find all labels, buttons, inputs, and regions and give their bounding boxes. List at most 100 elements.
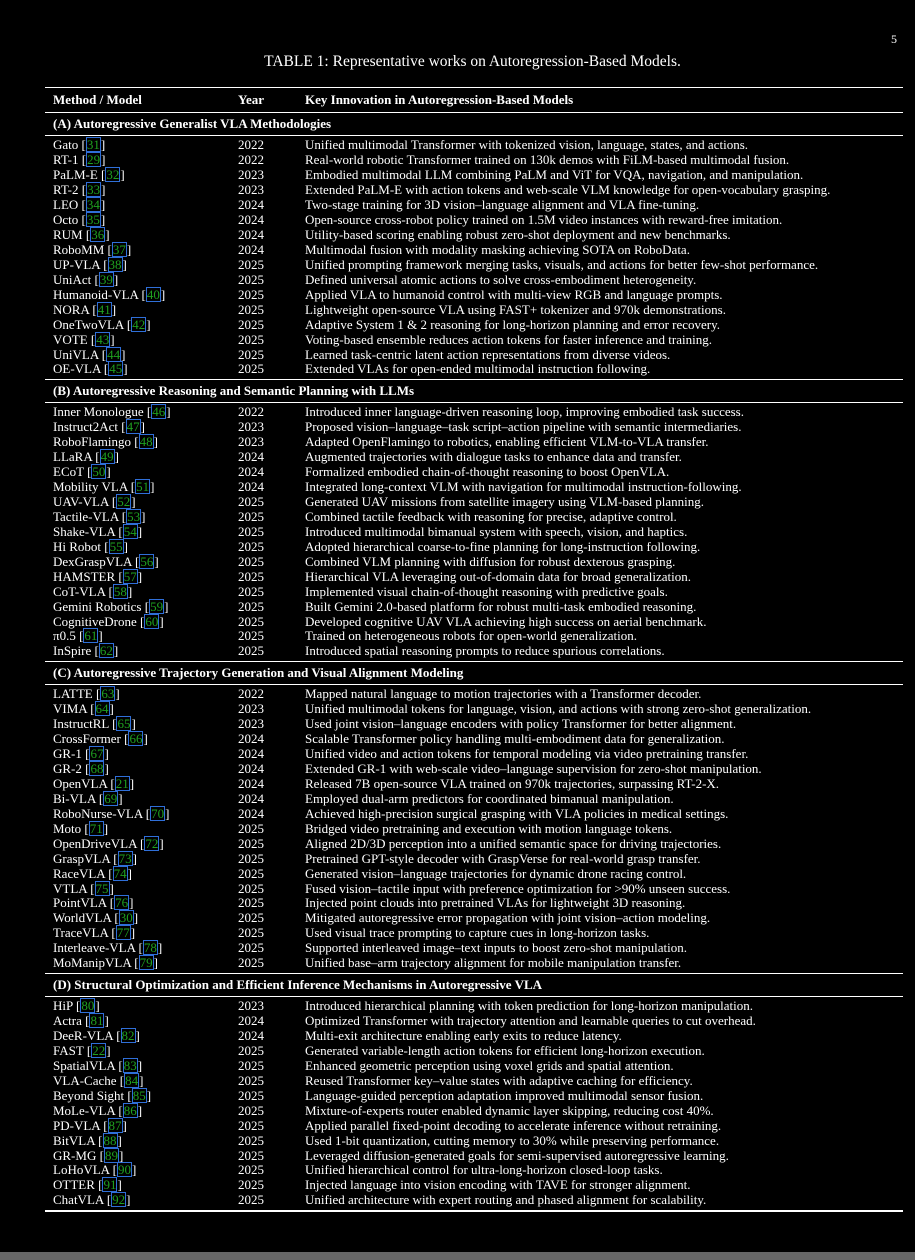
citation-link[interactable]: 48 — [138, 434, 154, 450]
citation-link[interactable]: 22 — [91, 1042, 107, 1058]
citation-link[interactable]: 61 — [83, 628, 99, 644]
innovation-cell: Unified multimodal tokens for language, … — [305, 701, 812, 717]
citation-link[interactable]: 39 — [98, 271, 114, 287]
citation-link[interactable]: 43 — [95, 331, 111, 347]
citation-link[interactable]: 35 — [85, 212, 101, 228]
citation-link[interactable]: 90 — [116, 1162, 132, 1178]
citation-link[interactable]: 42 — [131, 316, 147, 332]
citation-link[interactable]: 49 — [99, 449, 115, 465]
method-name: Interleave-VLA — [53, 940, 136, 956]
innovation-cell: Generated UAV missions from satellite im… — [305, 494, 704, 510]
citation-link[interactable]: 72 — [144, 835, 160, 851]
citation-link[interactable]: 56 — [139, 553, 155, 569]
citation-link[interactable]: 58 — [112, 583, 128, 599]
method-name: OTTER — [53, 1177, 95, 1193]
citation-link[interactable]: 52 — [116, 494, 132, 510]
method-cell: UAV-VLA [52] — [53, 494, 136, 510]
citation-link[interactable]: 57 — [122, 568, 138, 584]
citation-link[interactable]: 68 — [89, 761, 105, 777]
citation-link[interactable]: 53 — [126, 508, 142, 524]
year-cell: 2023 — [238, 167, 264, 183]
table-row: LLaRA [49] 2024 Augmented trajectories wit… — [45, 449, 903, 465]
citation-link[interactable]: 46 — [151, 404, 167, 420]
citation-link[interactable]: 73 — [117, 850, 133, 866]
citation-link[interactable]: 21 — [114, 775, 130, 791]
citation-link[interactable]: 86 — [122, 1102, 138, 1118]
table-row: SpatialVLA [83] 2025 Enhanced geometric pe… — [45, 1057, 903, 1074]
table-row: ECoT [50] 2024 Formalized embodied chain-o… — [45, 464, 903, 480]
citation-link[interactable]: 44 — [106, 346, 122, 362]
year-cell: 2025 — [238, 865, 264, 881]
citation-link[interactable]: 36 — [90, 227, 106, 243]
citation-link[interactable]: 29 — [86, 152, 102, 168]
citation-link[interactable]: 91 — [102, 1177, 118, 1193]
year-cell: 2025 — [238, 508, 264, 524]
citation-link[interactable]: 45 — [108, 361, 124, 377]
method-cell: SpatialVLA [83] — [53, 1057, 143, 1073]
citation-link[interactable]: 80 — [80, 998, 96, 1014]
table-row: Bi-VLA [69] 2024 Employed dual-arm predict… — [45, 790, 903, 807]
citation-link[interactable]: 71 — [88, 820, 104, 836]
innovation-cell: Extended VLAs for open-ended multimodal … — [305, 361, 651, 377]
citation-link[interactable]: 38 — [107, 256, 123, 272]
citation-link[interactable]: 40 — [145, 286, 161, 302]
citation-link[interactable]: 89 — [103, 1147, 119, 1163]
method-name: Actra — [53, 1013, 82, 1029]
method-cell: OE-VLA [45] — [53, 361, 128, 377]
table-row: RUM [36] 2024 Utility-based scoring enabli… — [45, 227, 903, 243]
citation-link[interactable]: 69 — [103, 790, 119, 806]
citation-link[interactable]: 62 — [98, 643, 114, 659]
citation-link[interactable]: 31 — [85, 137, 101, 153]
citation-link[interactable]: 84 — [124, 1072, 140, 1088]
innovation-cell: Bridged video pretraining and execution … — [305, 820, 673, 836]
year-cell: 2025 — [238, 553, 264, 569]
table-row: Humanoid-VLA [40] 2025 Applied VLA to huma… — [45, 286, 903, 303]
citation-link[interactable]: 92 — [111, 1192, 127, 1208]
citation-link[interactable]: 37 — [111, 241, 127, 257]
citation-link[interactable]: 32 — [105, 167, 121, 183]
citation-link[interactable]: 50 — [91, 464, 107, 480]
citation-link[interactable]: 74 — [112, 865, 128, 881]
method-name: CognitiveDrone — [53, 613, 137, 629]
section-title: (C) Autoregressive Trajectory Generation… — [53, 665, 464, 681]
year-cell: 2025 — [238, 568, 264, 584]
citation-link[interactable]: 60 — [144, 613, 160, 629]
citation-link[interactable]: 75 — [94, 880, 110, 896]
innovation-cell: Formalized embodied chain-of-thought rea… — [305, 464, 670, 480]
citation-link[interactable]: 67 — [89, 746, 105, 762]
method-cell: HiP [80] — [53, 998, 100, 1014]
table-row: Moto [71] 2025 Bridged video pretraining a… — [45, 820, 903, 837]
citation-link[interactable]: 85 — [131, 1087, 147, 1103]
citation-link[interactable]: 70 — [150, 805, 166, 821]
citation-link[interactable]: 81 — [89, 1013, 105, 1029]
citation-link[interactable]: 87 — [107, 1117, 123, 1133]
table-row: Tactile-VLA [53] 2025 Combined tactile fee… — [45, 508, 903, 525]
year-cell: 2025 — [238, 1117, 264, 1133]
citation-link[interactable]: 55 — [108, 538, 124, 554]
citation-link[interactable]: 47 — [125, 419, 141, 435]
citation-link[interactable]: 83 — [122, 1057, 138, 1073]
citation-link[interactable]: 63 — [100, 686, 116, 702]
citation-link[interactable]: 88 — [102, 1132, 118, 1148]
citation-link[interactable]: 66 — [128, 731, 144, 747]
citation-link[interactable]: 77 — [115, 925, 131, 941]
method-name: π0.5 — [53, 628, 76, 644]
citation-link[interactable]: 78 — [142, 940, 158, 956]
citation-link[interactable]: 54 — [122, 523, 138, 539]
innovation-cell: Unified architecture with expert routing… — [305, 1192, 707, 1208]
citation-link[interactable]: 51 — [135, 479, 151, 495]
citation-link[interactable]: 82 — [120, 1028, 136, 1044]
innovation-cell: Reused Transformer key–value states with… — [305, 1072, 693, 1088]
citation-link[interactable]: 64 — [94, 701, 110, 717]
innovation-cell: Embodied multimodal LLM combining PaLM a… — [305, 167, 804, 183]
citation-link[interactable]: 34 — [85, 197, 101, 213]
innovation-cell: Lightweight open-source VLA using FAST+ … — [305, 301, 726, 317]
citation-link[interactable]: 76 — [114, 895, 130, 911]
citation-link[interactable]: 65 — [116, 716, 132, 732]
citation-link[interactable]: 41 — [96, 301, 112, 317]
citation-link[interactable]: 33 — [86, 182, 102, 198]
method-name: PD-VLA — [53, 1117, 100, 1133]
citation-link[interactable]: 59 — [149, 598, 165, 614]
citation-link[interactable]: 30 — [118, 910, 134, 926]
citation-link[interactable]: 79 — [138, 955, 154, 971]
